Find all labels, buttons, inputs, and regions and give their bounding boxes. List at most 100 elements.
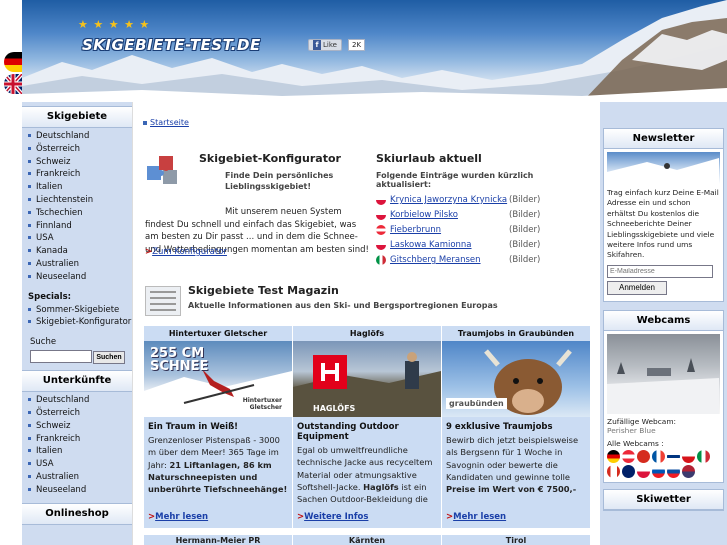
magazin-card: Hintertuxer Gletscher 255 CM SCHNEE Hint… [144,326,292,528]
skiwetter-heading: Skiwetter [604,489,723,510]
country-link[interactable]: USA [28,458,132,471]
magazin-card-heading: Tirol [442,535,590,545]
resort-link[interactable]: Fieberbrunn [390,225,441,235]
bilder-link[interactable]: (Bilder) [509,253,540,268]
country-link[interactable]: Liechtenstein [28,194,132,207]
card-text-bold: Preise im Wert von € 7500,- [446,484,577,495]
newsletter-image [607,152,720,184]
all-webcams-label: Alle Webcams : [607,438,664,448]
austria-flag-icon[interactable] [622,449,635,463]
country-link[interactable]: Finnland [28,220,132,233]
english-flag-icon[interactable] [4,74,22,94]
email-field[interactable] [607,264,713,278]
unterkuenfte-list: Deutschland Österreich Schweiz Frankreic… [22,392,132,498]
magazin-card-heading: Kärnten [293,535,441,545]
country-link[interactable]: Frankreich [28,168,132,181]
germany-flag-icon[interactable] [607,449,620,463]
bilder-link[interactable]: (Bilder) [509,193,540,208]
graubuenden-logo-text: graubünden [446,398,507,409]
logo-stars: ★ ★ ★ ★ ★ [78,18,151,31]
snow-slope-illustration [607,158,719,184]
resort-link[interactable]: Korbielow Pilsko [390,210,458,220]
newspaper-icon [145,286,181,316]
card-more-link[interactable]: >Weitere Infos [297,512,368,522]
austria-flag-icon [376,224,386,235]
left-sidebar: Skigebiete Deutschland Österreich Schwei… [22,102,132,545]
country-link[interactable]: Italien [28,181,132,194]
country-link[interactable]: Frankreich [28,433,132,446]
facebook-like-count: 2K [348,39,366,51]
bilder-link[interactable]: (Bilder) [509,238,540,253]
konfigurator-link-label[interactable]: Zum Konfigurator [152,247,227,257]
card-heading: Traumjobs in Graubünden [457,329,575,338]
konfigurator-link[interactable]: >Zum Konfigurator [145,247,227,257]
card-text: Bewirb dich jetzt beispielsweise als Ber… [442,432,590,495]
czech-flag-icon[interactable] [682,449,695,463]
webcam-label: Zufällige Webcam: [607,416,677,426]
hagloefs-image[interactable]: HAGLÖFS [293,341,441,417]
card-more-link[interactable]: >Mehr lesen [446,512,506,522]
country-link[interactable]: Deutschland [28,394,132,407]
subscribe-button[interactable]: Anmelden [607,280,667,295]
unterkuenfte-box: Unterkünfte Deutschland Österreich Schwe… [22,370,132,498]
page: ★ ★ ★ ★ ★ SKIGEBIETE-TEST.DE f Like 2K Sk… [0,0,727,545]
breadcrumb-home-link[interactable]: Startseite [150,118,189,127]
card-text-bold: 21 Liftanlagen, 86 km Naturschneepisten … [148,459,288,495]
resort-link[interactable]: Krynica Jaworzyna Krynicka [390,195,507,205]
country-link[interactable]: Kanada [28,245,132,258]
france-flag-icon[interactable] [652,449,665,463]
webcam-image[interactable] [607,333,720,414]
country-link[interactable]: Schweiz [28,420,132,433]
country-link[interactable]: Deutschland [28,130,132,143]
italy-flag-icon[interactable] [697,449,710,463]
konfigurator-subtitle: Finde Dein persönliches Lieblingsskigebi… [225,171,334,191]
webcams-heading: Webcams [604,310,723,331]
card-text-part: Bewirb dich jetzt beispielsweise als Ber… [446,435,579,482]
magazin-card: Traumjobs in Graubünden graubünden 9 exk… [442,326,590,528]
country-link[interactable]: Schweiz [28,156,132,169]
bilder-link[interactable]: (Bilder) [509,223,540,238]
onlineshop-heading: Onlineshop [22,502,132,525]
country-link[interactable]: Neuseeland [28,271,132,284]
search-button[interactable]: Suchen [93,351,125,365]
bilder-link[interactable]: (Bilder) [509,208,540,223]
hintertux-image[interactable]: 255 CM SCHNEE Hintertuxer Gletscher [144,341,292,417]
graubuenden-image[interactable]: graubünden [442,341,590,417]
slovenia-flag-icon[interactable] [652,464,665,478]
poland-flag-icon [376,194,386,205]
country-link[interactable]: Australien [28,471,132,484]
site-logo[interactable]: SKIGEBIETE-TEST.DE [82,36,261,54]
country-link[interactable]: USA [28,232,132,245]
australia-flag-icon[interactable] [622,464,635,478]
resort-link[interactable]: Laskowa Kamionna [390,240,472,250]
puzzle-icon [147,156,177,184]
snow-depth-badge: 255 CM SCHNEE [150,346,209,374]
country-link[interactable]: Australien [28,258,132,271]
special-link[interactable]: Skigebiet-Konfigurator [28,316,132,329]
special-link[interactable]: Sommer-Skigebiete [28,304,132,317]
usa-flag-icon[interactable] [682,464,695,478]
country-link[interactable]: Österreich [28,143,132,156]
country-link[interactable]: Italien [28,445,132,458]
webcam-flag-list [604,449,723,482]
country-link[interactable]: Tschechien [28,207,132,220]
card-heading: Hintertuxer Gletscher [168,329,268,338]
webcam-name[interactable]: Perisher Blue [604,426,723,435]
card-more-label[interactable]: Weitere Infos [304,512,368,522]
finland-flag-icon[interactable] [667,449,680,463]
german-flag-icon[interactable] [4,52,22,72]
canada-flag-icon[interactable] [607,464,620,478]
facebook-like-button[interactable]: f Like [308,39,342,51]
resort-link[interactable]: Gitschberg Meransen [390,255,481,265]
card-more-link[interactable]: >Mehr lesen [148,512,208,522]
poland-flag-icon [376,239,386,250]
country-link[interactable]: Österreich [28,407,132,420]
search-input[interactable] [30,350,92,364]
card-more-label[interactable]: Mehr lesen [155,512,208,522]
card-more-label[interactable]: Mehr lesen [453,512,506,522]
switzerland-flag-icon[interactable] [637,449,650,463]
slovakia-flag-icon[interactable] [667,464,680,478]
newsletter-box: Newsletter Trag einfach kurz Deine E-Mai… [603,128,724,302]
poland-flag-icon[interactable] [637,464,650,478]
country-link[interactable]: Neuseeland [28,484,132,497]
